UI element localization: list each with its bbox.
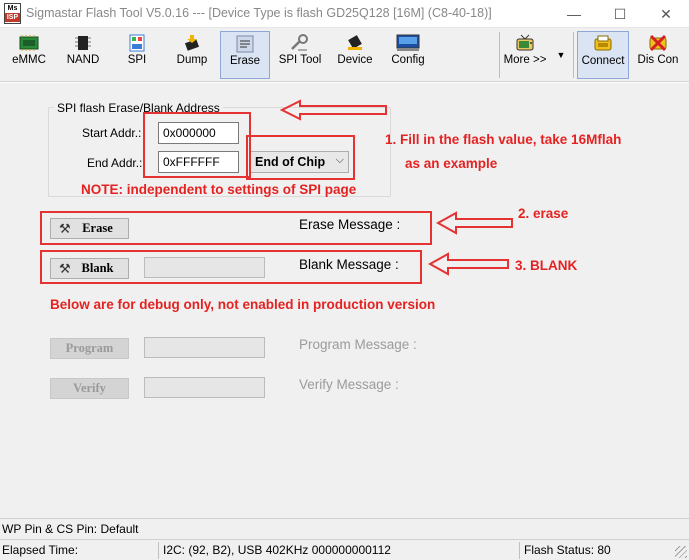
- disconnect-label: Dis Con: [637, 54, 679, 66]
- device-icon: [345, 34, 365, 52]
- status-divider: [519, 542, 520, 559]
- toolbar: eMMC NAND SPI Dump Erase SPI Tool Device…: [0, 28, 689, 82]
- verify-message-label: Verify Message :: [299, 377, 399, 392]
- config-button[interactable]: Config: [385, 31, 431, 79]
- more-button[interactable]: More >>: [502, 31, 548, 79]
- status-bar: Elapsed Time: I2C: (92, B2), USB 402KHz …: [0, 539, 689, 560]
- flash-status: Flash Status: 80: [524, 543, 611, 557]
- spi-icon: [127, 34, 147, 52]
- spi-tool-button[interactable]: SPI Tool: [276, 31, 324, 79]
- blank-highlight-box: [40, 250, 422, 284]
- erase-tab-label: Erase: [229, 55, 261, 67]
- app-logo-bottom: ISP: [5, 13, 20, 22]
- emmc-label: eMMC: [12, 54, 46, 66]
- resize-grip-icon[interactable]: [675, 546, 687, 558]
- toolbar-divider: [573, 32, 574, 78]
- verify-progress-bar: [144, 377, 265, 398]
- config-icon: [396, 34, 420, 52]
- more-label: More >>: [503, 54, 547, 66]
- step1-arrow-icon: [280, 99, 387, 121]
- toolbar-divider: [499, 32, 500, 78]
- close-button[interactable]: ✕: [643, 0, 689, 28]
- status-divider: [158, 542, 159, 559]
- dump-icon: [182, 34, 202, 52]
- step3-arrow-icon: [428, 252, 509, 276]
- spi-label: SPI: [127, 54, 147, 66]
- independent-settings-note: NOTE: independent to settings of SPI pag…: [81, 182, 357, 197]
- more-dropdown-icon[interactable]: ▼: [553, 31, 569, 79]
- step2-arrow-icon: [436, 211, 513, 235]
- erase-page: SPI flash Erase/Blank Address Start Addr…: [0, 83, 689, 518]
- connect-label: Connect: [581, 55, 625, 67]
- step2-instruction: 2. erase: [518, 206, 569, 221]
- window-title: Sigmastar Flash Tool V5.0.16 --- [Device…: [26, 6, 492, 20]
- debug-only-note: Below are for debug only, not enabled in…: [50, 297, 436, 312]
- erase-icon: [235, 35, 255, 53]
- erase-highlight-box: [40, 211, 432, 245]
- start-address-label: Start Addr.:: [82, 126, 142, 140]
- spi-tool-label: SPI Tool: [278, 54, 322, 66]
- verify-button[interactable]: Verify: [50, 378, 129, 399]
- device-label: Device: [337, 54, 373, 66]
- step1-instruction-continued: as an example: [405, 156, 498, 171]
- tv-icon: [515, 34, 535, 52]
- program-progress-bar: [144, 337, 265, 358]
- erase-tab-button[interactable]: Erase: [220, 31, 270, 79]
- end-address-label: End Addr.:: [87, 156, 143, 170]
- program-button-label: Program: [65, 341, 114, 355]
- nand-label: NAND: [66, 54, 100, 66]
- step1-instruction: 1. Fill in the flash value, take 16Mflah: [385, 132, 622, 147]
- nand-chip-icon: [73, 34, 93, 52]
- connect-icon: [593, 35, 613, 53]
- app-logo-top: Ms: [7, 5, 18, 12]
- app-logo-icon: Ms ISP: [4, 3, 21, 24]
- config-label: Config: [391, 54, 425, 66]
- spi-tool-icon: [290, 34, 310, 52]
- pin-status-bar: WP Pin & CS Pin: Default: [0, 518, 689, 539]
- verify-button-label: Verify: [73, 381, 106, 395]
- step3-instruction: 3. BLANK: [515, 258, 578, 273]
- elapsed-time: Elapsed Time:: [2, 543, 79, 557]
- dump-label: Dump: [176, 54, 208, 66]
- emmc-button[interactable]: eMMC: [6, 31, 52, 79]
- connect-button[interactable]: Connect: [577, 31, 629, 79]
- dump-button[interactable]: Dump: [169, 31, 215, 79]
- program-message-label: Program Message :: [299, 337, 417, 352]
- pin-status-text: WP Pin & CS Pin: Default: [2, 522, 139, 536]
- disconnect-button[interactable]: Dis Con: [633, 31, 683, 79]
- program-button[interactable]: Program: [50, 338, 129, 359]
- disconnect-icon: [648, 34, 668, 52]
- chip-icon: [19, 34, 39, 52]
- connection-info: I2C: (92, B2), USB 402KHz 000000000112: [163, 543, 391, 557]
- title-bar: Ms ISP Sigmastar Flash Tool V5.0.16 --- …: [0, 0, 689, 28]
- address-inputs-highlight-box: [143, 112, 251, 178]
- end-of-chip-highlight-box: [246, 135, 355, 180]
- spi-button[interactable]: SPI: [116, 31, 158, 79]
- device-button[interactable]: Device: [332, 31, 378, 79]
- maximize-button[interactable]: ☐: [597, 0, 643, 28]
- minimize-button[interactable]: —: [551, 0, 597, 28]
- nand-button[interactable]: NAND: [60, 31, 106, 79]
